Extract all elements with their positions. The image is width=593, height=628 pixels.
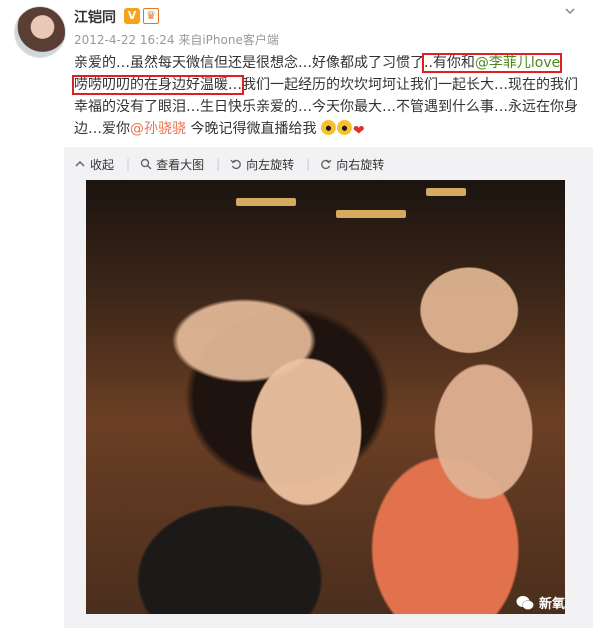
watermark-label: 新氧 bbox=[539, 597, 566, 612]
collapse-label: 收起 bbox=[90, 157, 115, 172]
post-timestamp[interactable]: 2012-4-22 16:24 bbox=[74, 33, 175, 47]
rotate-left-icon bbox=[230, 159, 241, 170]
toolbar-separator: | bbox=[216, 157, 221, 171]
emoji-sunglasses-icon bbox=[320, 120, 336, 135]
chevron-down-icon[interactable] bbox=[563, 4, 577, 18]
rotate-right-button[interactable]: 向右旋转 bbox=[320, 156, 384, 173]
post-photo[interactable] bbox=[86, 180, 565, 614]
verified-badge-icon: V bbox=[124, 8, 140, 24]
highlight-box-2: 唠唠叨叨的在身边好温暖… bbox=[72, 75, 244, 95]
arrow-up-icon bbox=[75, 160, 85, 167]
highlight-box-1: ..有你和@李菲儿love bbox=[421, 53, 563, 73]
ceiling-light bbox=[426, 188, 466, 196]
mention-link[interactable]: @孙骁骁 bbox=[130, 121, 186, 137]
toolbar-separator: | bbox=[126, 157, 131, 171]
rotate-right-icon bbox=[321, 159, 332, 170]
collapse-button[interactable]: 收起 bbox=[74, 156, 114, 173]
post-source[interactable]: iPhone客户端 bbox=[202, 33, 279, 47]
post-text-part: 今晚记得微直播给我 bbox=[186, 121, 317, 137]
mention-link[interactable]: @李菲儿love bbox=[475, 55, 560, 71]
post-text-part: ..有你和 bbox=[424, 55, 475, 71]
rotate-left-label: 向左旋转 bbox=[246, 157, 295, 172]
watermark: 新氧 bbox=[516, 593, 565, 612]
toolbar-separator: | bbox=[306, 157, 311, 171]
post-meta: 2012-4-22 16:24 来自iPhone客户端 bbox=[74, 31, 279, 48]
post-text-part: 亲爱的…虽然每天微信但还是很想念…好像都成了习惯了 bbox=[74, 55, 424, 71]
vip-crown-icon[interactable]: ♛ bbox=[143, 8, 159, 24]
view-large-label: 查看大图 bbox=[156, 157, 205, 172]
emoji-heart-icon: ❤ bbox=[352, 123, 365, 139]
rotate-left-button[interactable]: 向左旋转 bbox=[230, 156, 294, 173]
ceiling-light bbox=[236, 198, 296, 206]
user-avatar[interactable] bbox=[14, 6, 66, 58]
emoji-sunglasses-icon bbox=[336, 120, 352, 135]
post-text-part: 唠唠叨叨的在身边好温暖… bbox=[74, 77, 242, 93]
ceiling-light bbox=[336, 210, 406, 218]
username[interactable]: 江铠同 bbox=[74, 7, 116, 27]
rotate-right-label: 向右旋转 bbox=[336, 157, 385, 172]
wechat-icon bbox=[516, 595, 534, 610]
image-toolbar: 收起 | 查看大图 | 向左旋转 | 向右旋转 bbox=[74, 155, 396, 173]
view-large-button[interactable]: 查看大图 bbox=[140, 156, 204, 173]
post-text: 亲爱的…虽然每天微信但还是很想念…好像都成了习惯了..有你和@李菲儿love 唠唠… bbox=[72, 52, 579, 142]
magnifier-icon bbox=[140, 158, 152, 170]
source-prefix: 来自 bbox=[178, 33, 203, 47]
